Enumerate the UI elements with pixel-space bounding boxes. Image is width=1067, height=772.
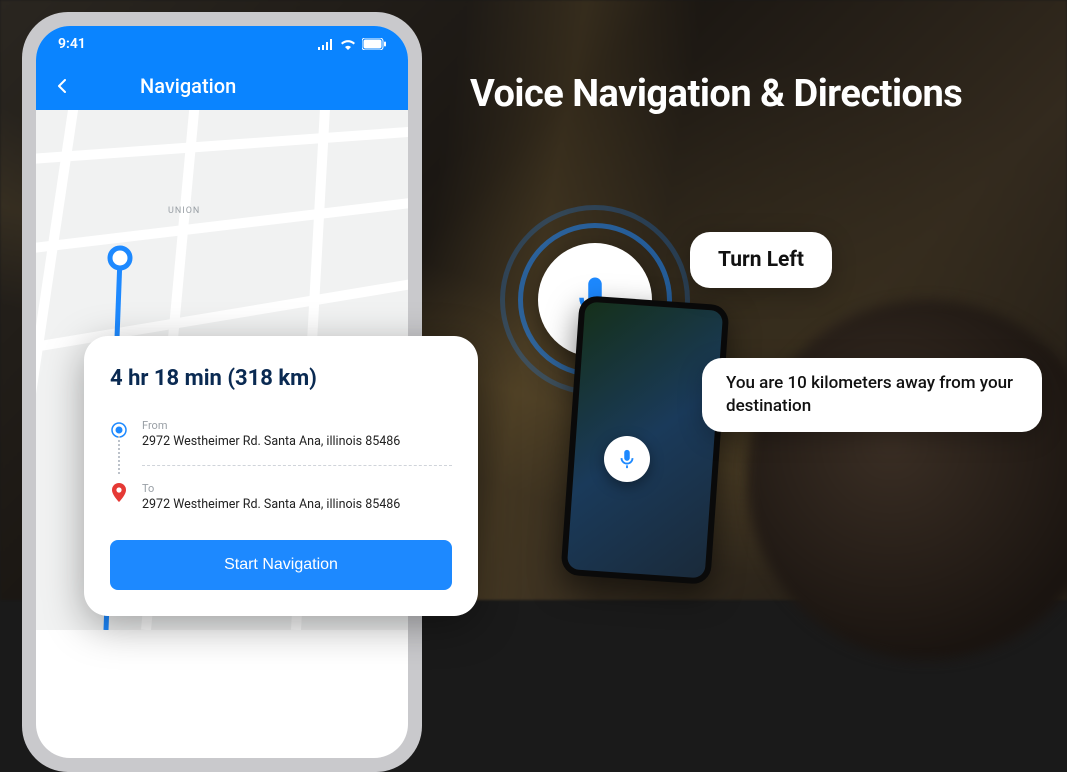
eta-text: 4 hr 18 min (318 km): [110, 366, 452, 391]
start-navigation-button[interactable]: Start Navigation: [110, 540, 452, 590]
to-label: To: [142, 482, 400, 495]
to-address: 2972 Westheimer Rd. Santa Ana, illinois …: [142, 497, 400, 512]
voice-bubble-distance: You are 10 kilometers away from your des…: [702, 358, 1042, 432]
held-phone: [560, 295, 729, 585]
battery-icon: [362, 38, 386, 50]
status-time: 9:41: [58, 36, 86, 52]
route-connector-line: [118, 436, 120, 474]
status-icons: [318, 38, 386, 50]
from-row: From 2972 Westheimer Rd. Santa Ana, illi…: [110, 413, 452, 455]
route-info-card: 4 hr 18 min (318 km) From 2972 Westheime…: [84, 336, 478, 616]
wifi-icon: [340, 39, 356, 50]
status-bar: 9:41: [36, 26, 408, 62]
back-icon[interactable]: [56, 74, 70, 98]
from-label: From: [142, 419, 400, 432]
from-address: 2972 Westheimer Rd. Santa Ana, illinois …: [142, 434, 400, 449]
hero-title: Voice Navigation & Directions: [470, 72, 1047, 116]
divider: [142, 465, 452, 466]
microphone-icon: [616, 448, 638, 470]
map-neighborhood-label: UNION: [168, 206, 200, 216]
to-row: To 2972 Westheimer Rd. Santa Ana, illino…: [110, 476, 452, 518]
small-mic-badge: [604, 436, 650, 482]
header-title: Navigation: [140, 74, 236, 98]
voice-bubble-turn: Turn Left: [690, 232, 832, 288]
destination-pin-icon: [110, 484, 128, 502]
nav-header: Navigation: [36, 62, 408, 110]
signal-icon: [318, 39, 334, 50]
